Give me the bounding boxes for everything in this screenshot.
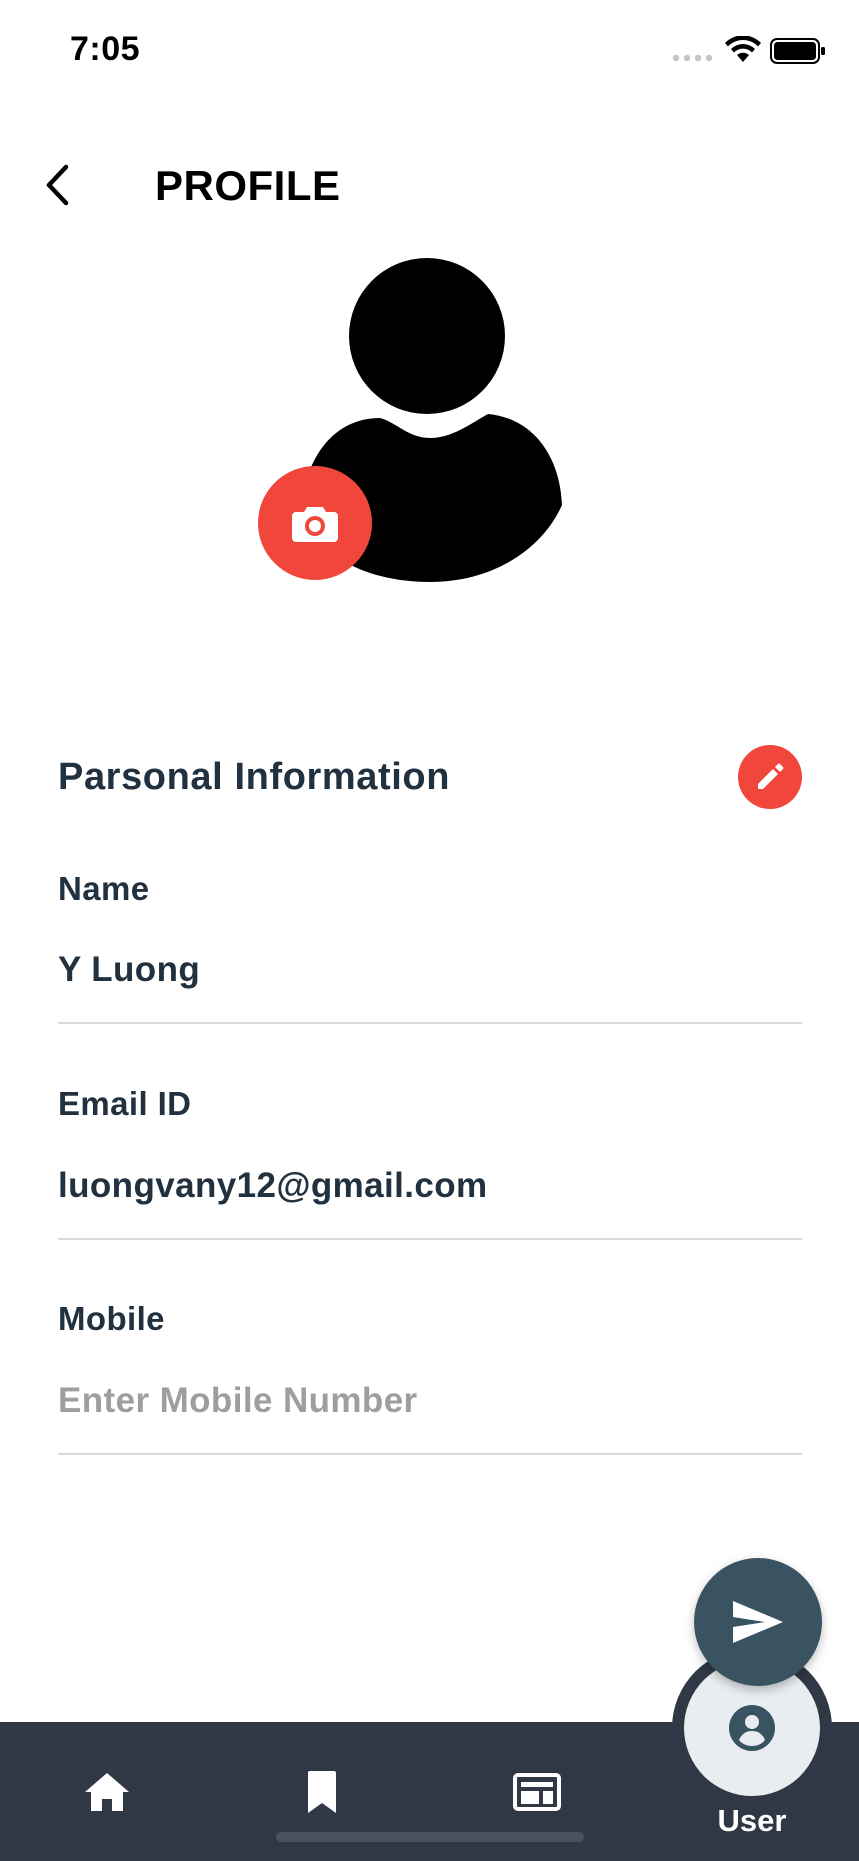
back-arrow-icon	[46, 164, 69, 206]
send-icon	[733, 1601, 783, 1643]
home-indicator	[276, 1832, 584, 1842]
mobile-label: Mobile	[58, 1300, 165, 1337]
section-title: Parsonal Information	[58, 756, 451, 798]
news-icon	[513, 1773, 561, 1811]
pencil-icon	[758, 763, 784, 789]
user-icon	[729, 1705, 775, 1751]
email-field[interactable]	[58, 1158, 802, 1214]
nav-item-news[interactable]	[497, 1752, 577, 1832]
email-label: Email ID	[58, 1085, 192, 1122]
page-title: PROFILE	[155, 162, 341, 209]
bookmark-icon	[308, 1771, 336, 1813]
mobile-field[interactable]	[58, 1373, 802, 1429]
back-button[interactable]	[30, 155, 90, 215]
email-divider	[58, 1238, 802, 1240]
nav-item-bookmarks[interactable]	[282, 1752, 362, 1832]
status-time: 7:05	[70, 30, 141, 68]
edit-button[interactable]	[738, 745, 802, 809]
change-photo-button[interactable]	[258, 466, 372, 580]
camera-icon	[292, 507, 338, 542]
nav-item-home[interactable]	[67, 1752, 147, 1832]
send-button[interactable]	[694, 1558, 822, 1686]
name-field[interactable]	[58, 942, 802, 998]
wifi-icon	[725, 36, 761, 62]
battery-icon	[770, 38, 825, 64]
cellular-signal-icon	[672, 54, 713, 62]
name-divider	[58, 1022, 802, 1024]
name-label: Name	[58, 870, 150, 907]
nav-label-user: User	[717, 1803, 787, 1838]
mobile-divider	[58, 1453, 802, 1455]
home-icon	[85, 1773, 129, 1811]
